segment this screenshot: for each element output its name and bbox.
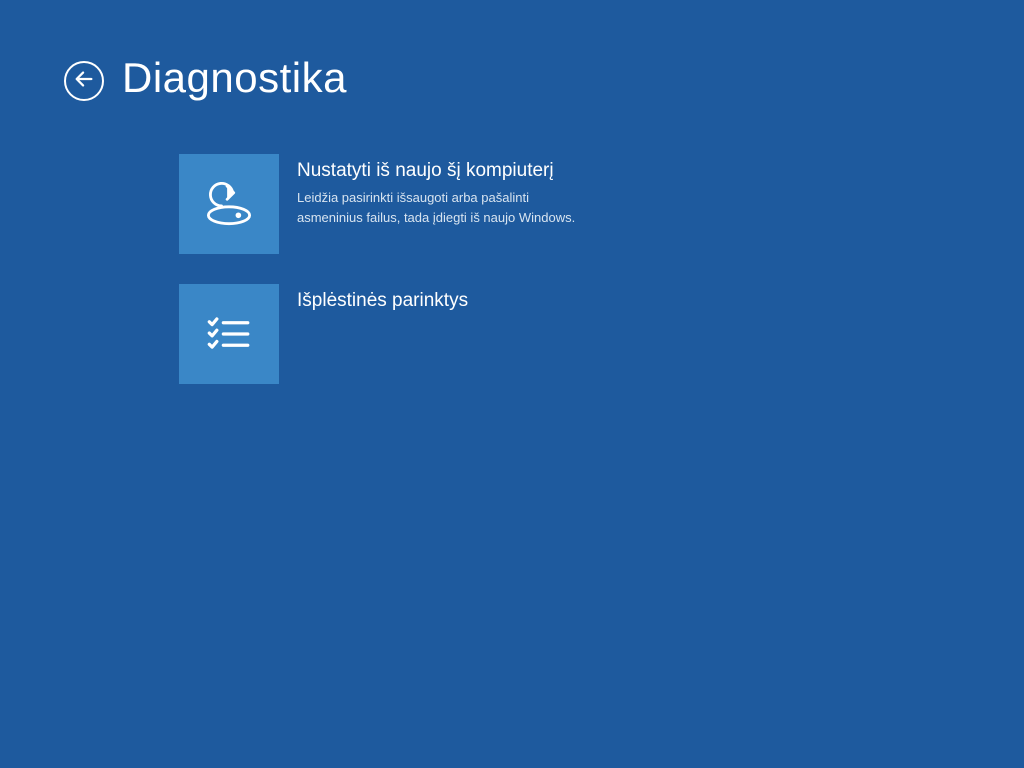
page-title: Diagnostika — [122, 54, 347, 102]
option-title: Nustatyti iš naujo šį kompiuterį — [297, 160, 597, 182]
option-reset-pc[interactable]: Nustatyti iš naujo šį kompiuterį Leidžia… — [179, 154, 1024, 254]
reset-pc-icon — [179, 154, 279, 254]
arrow-left-icon — [73, 68, 95, 95]
back-button[interactable] — [64, 61, 104, 101]
option-advanced[interactable]: Išplėstinės parinktys — [179, 284, 1024, 384]
option-description: Leidžia pasirinkti išsaugoti arba pašali… — [297, 188, 597, 227]
option-title: Išplėstinės parinktys — [297, 290, 468, 312]
advanced-options-icon — [179, 284, 279, 384]
